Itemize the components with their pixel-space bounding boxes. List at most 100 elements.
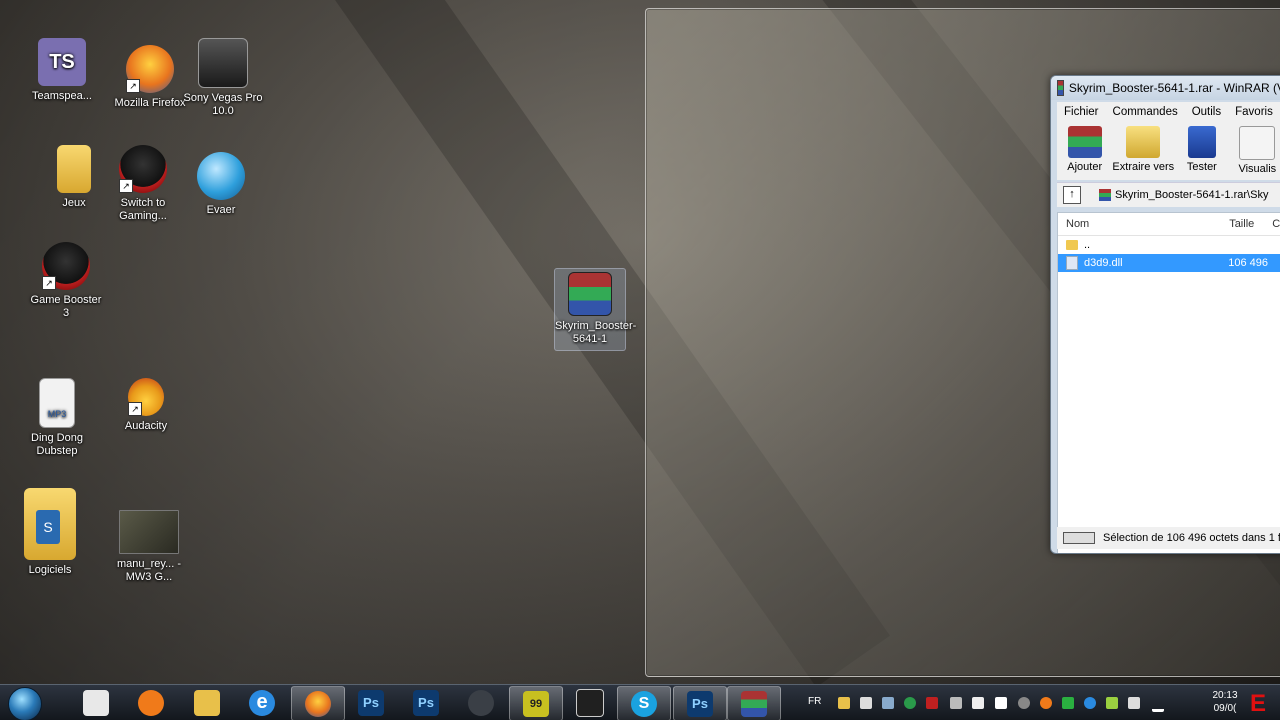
tray-app-icon[interactable] bbox=[1062, 697, 1074, 709]
taskbar-internet-explorer[interactable]: e bbox=[236, 686, 288, 719]
desktop-icon-audacity[interactable]: ↗ Audacity bbox=[106, 378, 186, 433]
extract-to-button[interactable]: Extraire vers bbox=[1112, 122, 1174, 180]
status-bar: Sélection de 106 496 octets dans 1 fic bbox=[1057, 527, 1280, 549]
desktop-icon-label: Jeux bbox=[62, 197, 86, 209]
desktop-icon-sony-vegas[interactable]: Sony Vegas Pro 10.0 bbox=[183, 38, 263, 118]
test-button[interactable]: Tester bbox=[1174, 122, 1229, 180]
file-name: d3d9.dll bbox=[1084, 257, 1123, 269]
drive-icon bbox=[1063, 532, 1095, 544]
archive-path[interactable]: Skyrim_Booster-5641-1.rar\Sky bbox=[1115, 189, 1268, 201]
taskbar-photoshop-installer[interactable]: Ps bbox=[400, 686, 452, 719]
desktop-icon-label: Evaer bbox=[206, 204, 236, 216]
desktop-icon-label: Ding Dong Dubstep bbox=[31, 432, 83, 457]
taskbar-task-manager[interactable] bbox=[70, 686, 122, 719]
taskbar-explorer[interactable] bbox=[181, 686, 233, 719]
avast-icon bbox=[138, 689, 164, 716]
desktop-icon-label: Teamspea... bbox=[32, 90, 92, 102]
video-thumbnail-icon bbox=[119, 510, 179, 554]
tray-app-icon[interactable] bbox=[1106, 697, 1118, 709]
volume-icon[interactable] bbox=[950, 697, 962, 709]
desktop-icon-logiciels[interactable]: S Logiciels bbox=[10, 488, 90, 577]
teamspeak-icon: TS bbox=[38, 38, 86, 86]
toolbar: Ajouter Extraire vers Tester Visualis bbox=[1057, 122, 1280, 180]
test-icon bbox=[1187, 126, 1216, 158]
tray-app-icon[interactable] bbox=[904, 697, 916, 709]
menu-commandes[interactable]: Commandes bbox=[1106, 106, 1185, 118]
desktop-icon-switch-to-gaming[interactable]: ↗ Switch to Gaming... bbox=[103, 145, 183, 223]
menu-bar: Fichier Commandes Outils Favoris ( bbox=[1057, 102, 1280, 122]
taskbar-photoshop[interactable]: Ps bbox=[345, 686, 397, 719]
taskbar-avast[interactable] bbox=[125, 686, 177, 719]
dll-file-icon bbox=[1066, 256, 1078, 270]
desktop-icon-label: manu_rey... - MW3 G... bbox=[117, 558, 181, 583]
desktop-icon-jeux[interactable]: Jeux bbox=[34, 145, 114, 210]
menu-outils[interactable]: Outils bbox=[1185, 106, 1228, 118]
desktop-icon-ding-dong-dubstep[interactable]: MP3 Ding Dong Dubstep bbox=[17, 378, 97, 458]
up-folder-button[interactable]: ↑ bbox=[1063, 186, 1081, 204]
window-title: Skyrim_Booster-5641-1.rar - WinRAR (Ve bbox=[1068, 81, 1280, 95]
taskbar-skyrim[interactable] bbox=[564, 686, 616, 719]
test-label: Tester bbox=[1186, 161, 1217, 173]
desktop-icon-evaer[interactable]: Evaer bbox=[181, 152, 261, 217]
action-center-flag-icon[interactable] bbox=[995, 697, 1007, 709]
tray-app-icon[interactable] bbox=[860, 697, 872, 709]
folder-icon bbox=[1066, 240, 1078, 250]
desktop-icon-teamspeak[interactable]: TS Teamspea... bbox=[22, 38, 102, 103]
desktop-icon-label: Audacity bbox=[124, 420, 168, 432]
taskbar-skype[interactable]: S bbox=[617, 686, 671, 720]
tray-app-icon[interactable] bbox=[882, 697, 894, 709]
mp3-file-icon: MP3 bbox=[39, 378, 75, 428]
rar-archive-icon bbox=[568, 272, 612, 316]
file-row-d3d9[interactable]: d3d9.dll 106 496 bbox=[1058, 254, 1280, 272]
add-button[interactable]: Ajouter bbox=[1057, 122, 1112, 180]
tray-app-icon[interactable] bbox=[926, 697, 938, 709]
shortcut-arrow-icon: ↗ bbox=[42, 276, 56, 290]
desktop-icon-skyrim-booster[interactable]: Skyrim_Booster-5641-1 bbox=[554, 268, 636, 351]
desktop-icon-game-booster[interactable]: ↗ Game Booster 3 bbox=[26, 242, 106, 320]
winrar-titlebar[interactable]: Skyrim_Booster-5641-1.rar - WinRAR (Ve bbox=[1051, 76, 1280, 100]
taskbar-photoshop-2[interactable]: Ps bbox=[673, 686, 727, 720]
column-size-header[interactable]: Taille bbox=[1196, 218, 1264, 230]
taskbar: e Ps Ps 99 S Ps FR 20:13 09/0(E bbox=[0, 684, 1280, 720]
shortcut-arrow-icon: ↗ bbox=[128, 402, 142, 416]
game-app-icon: 99 bbox=[523, 690, 549, 717]
taskbar-firefox[interactable] bbox=[291, 686, 345, 720]
winrar-icon bbox=[741, 690, 767, 717]
tray-app-icon[interactable] bbox=[1128, 697, 1140, 709]
menu-fichier[interactable]: Fichier bbox=[1057, 106, 1106, 118]
column-name-header[interactable]: Nom bbox=[1058, 218, 1196, 230]
add-label: Ajouter bbox=[1067, 161, 1103, 173]
photoshop-icon: Ps bbox=[687, 690, 713, 717]
taskbar-steam[interactable] bbox=[455, 686, 507, 719]
file-name: .. bbox=[1084, 239, 1091, 251]
folder-icon: S bbox=[24, 488, 76, 560]
folder-icon bbox=[194, 689, 220, 716]
view-button[interactable]: Visualis bbox=[1230, 122, 1280, 180]
menu-favoris[interactable]: Favoris bbox=[1228, 106, 1280, 118]
start-button[interactable] bbox=[8, 687, 42, 720]
skyrim-icon bbox=[576, 688, 604, 717]
tray-app-icon[interactable] bbox=[1084, 697, 1096, 709]
desktop-icon-label: Sony Vegas Pro 10.0 bbox=[183, 92, 263, 117]
clock[interactable]: 20:13 09/0( bbox=[1205, 689, 1245, 715]
language-indicator[interactable]: FR bbox=[808, 696, 821, 707]
desktop-icon-mw3-video[interactable]: manu_rey... - MW3 G... bbox=[109, 510, 189, 584]
signal-icon[interactable] bbox=[1152, 697, 1164, 712]
desktop-icon-firefox[interactable]: ↗ Mozilla Firefox bbox=[110, 45, 190, 110]
file-row-parent[interactable]: .. bbox=[1058, 236, 1280, 254]
clock-date: 09/0( bbox=[1213, 703, 1237, 714]
taskbar-winrar[interactable] bbox=[727, 686, 781, 720]
tray-app-icon[interactable] bbox=[1018, 697, 1030, 709]
winrar-window[interactable]: Skyrim_Booster-5641-1.rar - WinRAR (Ve F… bbox=[1050, 75, 1280, 554]
network-icon[interactable] bbox=[972, 697, 984, 709]
view-label: Visualis bbox=[1238, 163, 1277, 175]
tray-app-icon[interactable] bbox=[838, 697, 850, 709]
tray-app-icon[interactable] bbox=[1040, 697, 1052, 709]
game-booster-icon: ↗ bbox=[42, 242, 90, 290]
column-compressed-header[interactable]: Cor bbox=[1264, 218, 1280, 230]
extract-folder-icon bbox=[1126, 126, 1161, 158]
taskbar-game-app[interactable]: 99 bbox=[509, 686, 563, 720]
system-tray: FR 20:13 09/0( E bbox=[800, 685, 1280, 720]
file-list[interactable]: Nom Taille Cor .. d3d9.dll 106 496 bbox=[1057, 212, 1280, 553]
file-size: 106 496 bbox=[1228, 257, 1268, 269]
